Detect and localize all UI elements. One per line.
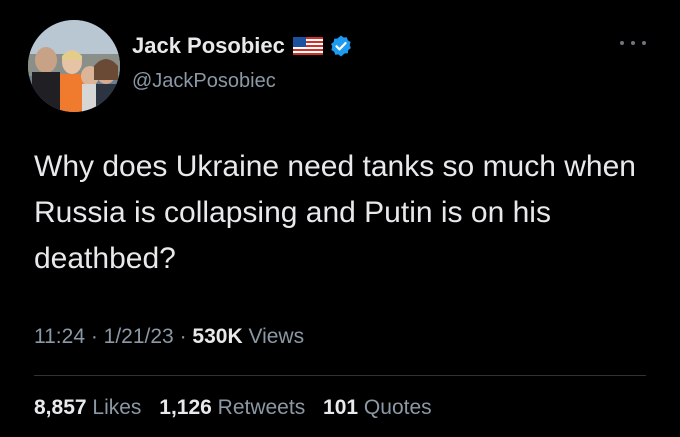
likes-count: 8,857: [34, 396, 87, 419]
views-count: 530K: [192, 325, 243, 348]
meta-separator: ·: [173, 325, 193, 348]
avatar[interactable]: [28, 20, 120, 112]
likes-label: Likes: [86, 396, 142, 419]
meta-separator: ·: [85, 325, 104, 348]
name-row: Jack Posobiec: [132, 33, 353, 59]
views-label: Views: [242, 325, 305, 348]
tweet-time[interactable]: 11:24: [34, 325, 85, 348]
retweets-stat[interactable]: 1,126 Retweets: [159, 396, 305, 419]
tweet-meta: 11:24 · 1/21/23 · 530K Views: [34, 325, 304, 349]
more-options-icon[interactable]: [620, 38, 646, 48]
avatar-photo: [28, 20, 120, 112]
tweet-date[interactable]: 1/21/23: [104, 325, 174, 348]
divider: [34, 375, 646, 376]
engagement-stats: 8,857 Likes 1,126 Retweets 101 Quotes: [34, 396, 444, 420]
tweet-card: Jack Posobiec @JackPosobiec Why does Ukr: [0, 0, 680, 437]
quotes-label: Quotes: [358, 396, 432, 419]
retweets-count: 1,126: [159, 396, 212, 419]
quotes-stat[interactable]: 101 Quotes: [323, 396, 432, 419]
more-dot: [642, 41, 646, 45]
tweet-text: Why does Ukraine need tanks so much when…: [34, 150, 636, 275]
quotes-count: 101: [323, 396, 359, 419]
us-flag-icon: [292, 37, 323, 55]
more-dot: [620, 41, 624, 45]
handle[interactable]: @JackPosobiec: [132, 70, 276, 93]
retweets-label: Retweets: [211, 396, 306, 419]
likes-stat[interactable]: 8,857 Likes: [34, 396, 141, 419]
display-name[interactable]: Jack Posobiec: [132, 33, 285, 59]
more-dot: [631, 41, 635, 45]
verified-badge-icon[interactable]: [329, 34, 353, 58]
